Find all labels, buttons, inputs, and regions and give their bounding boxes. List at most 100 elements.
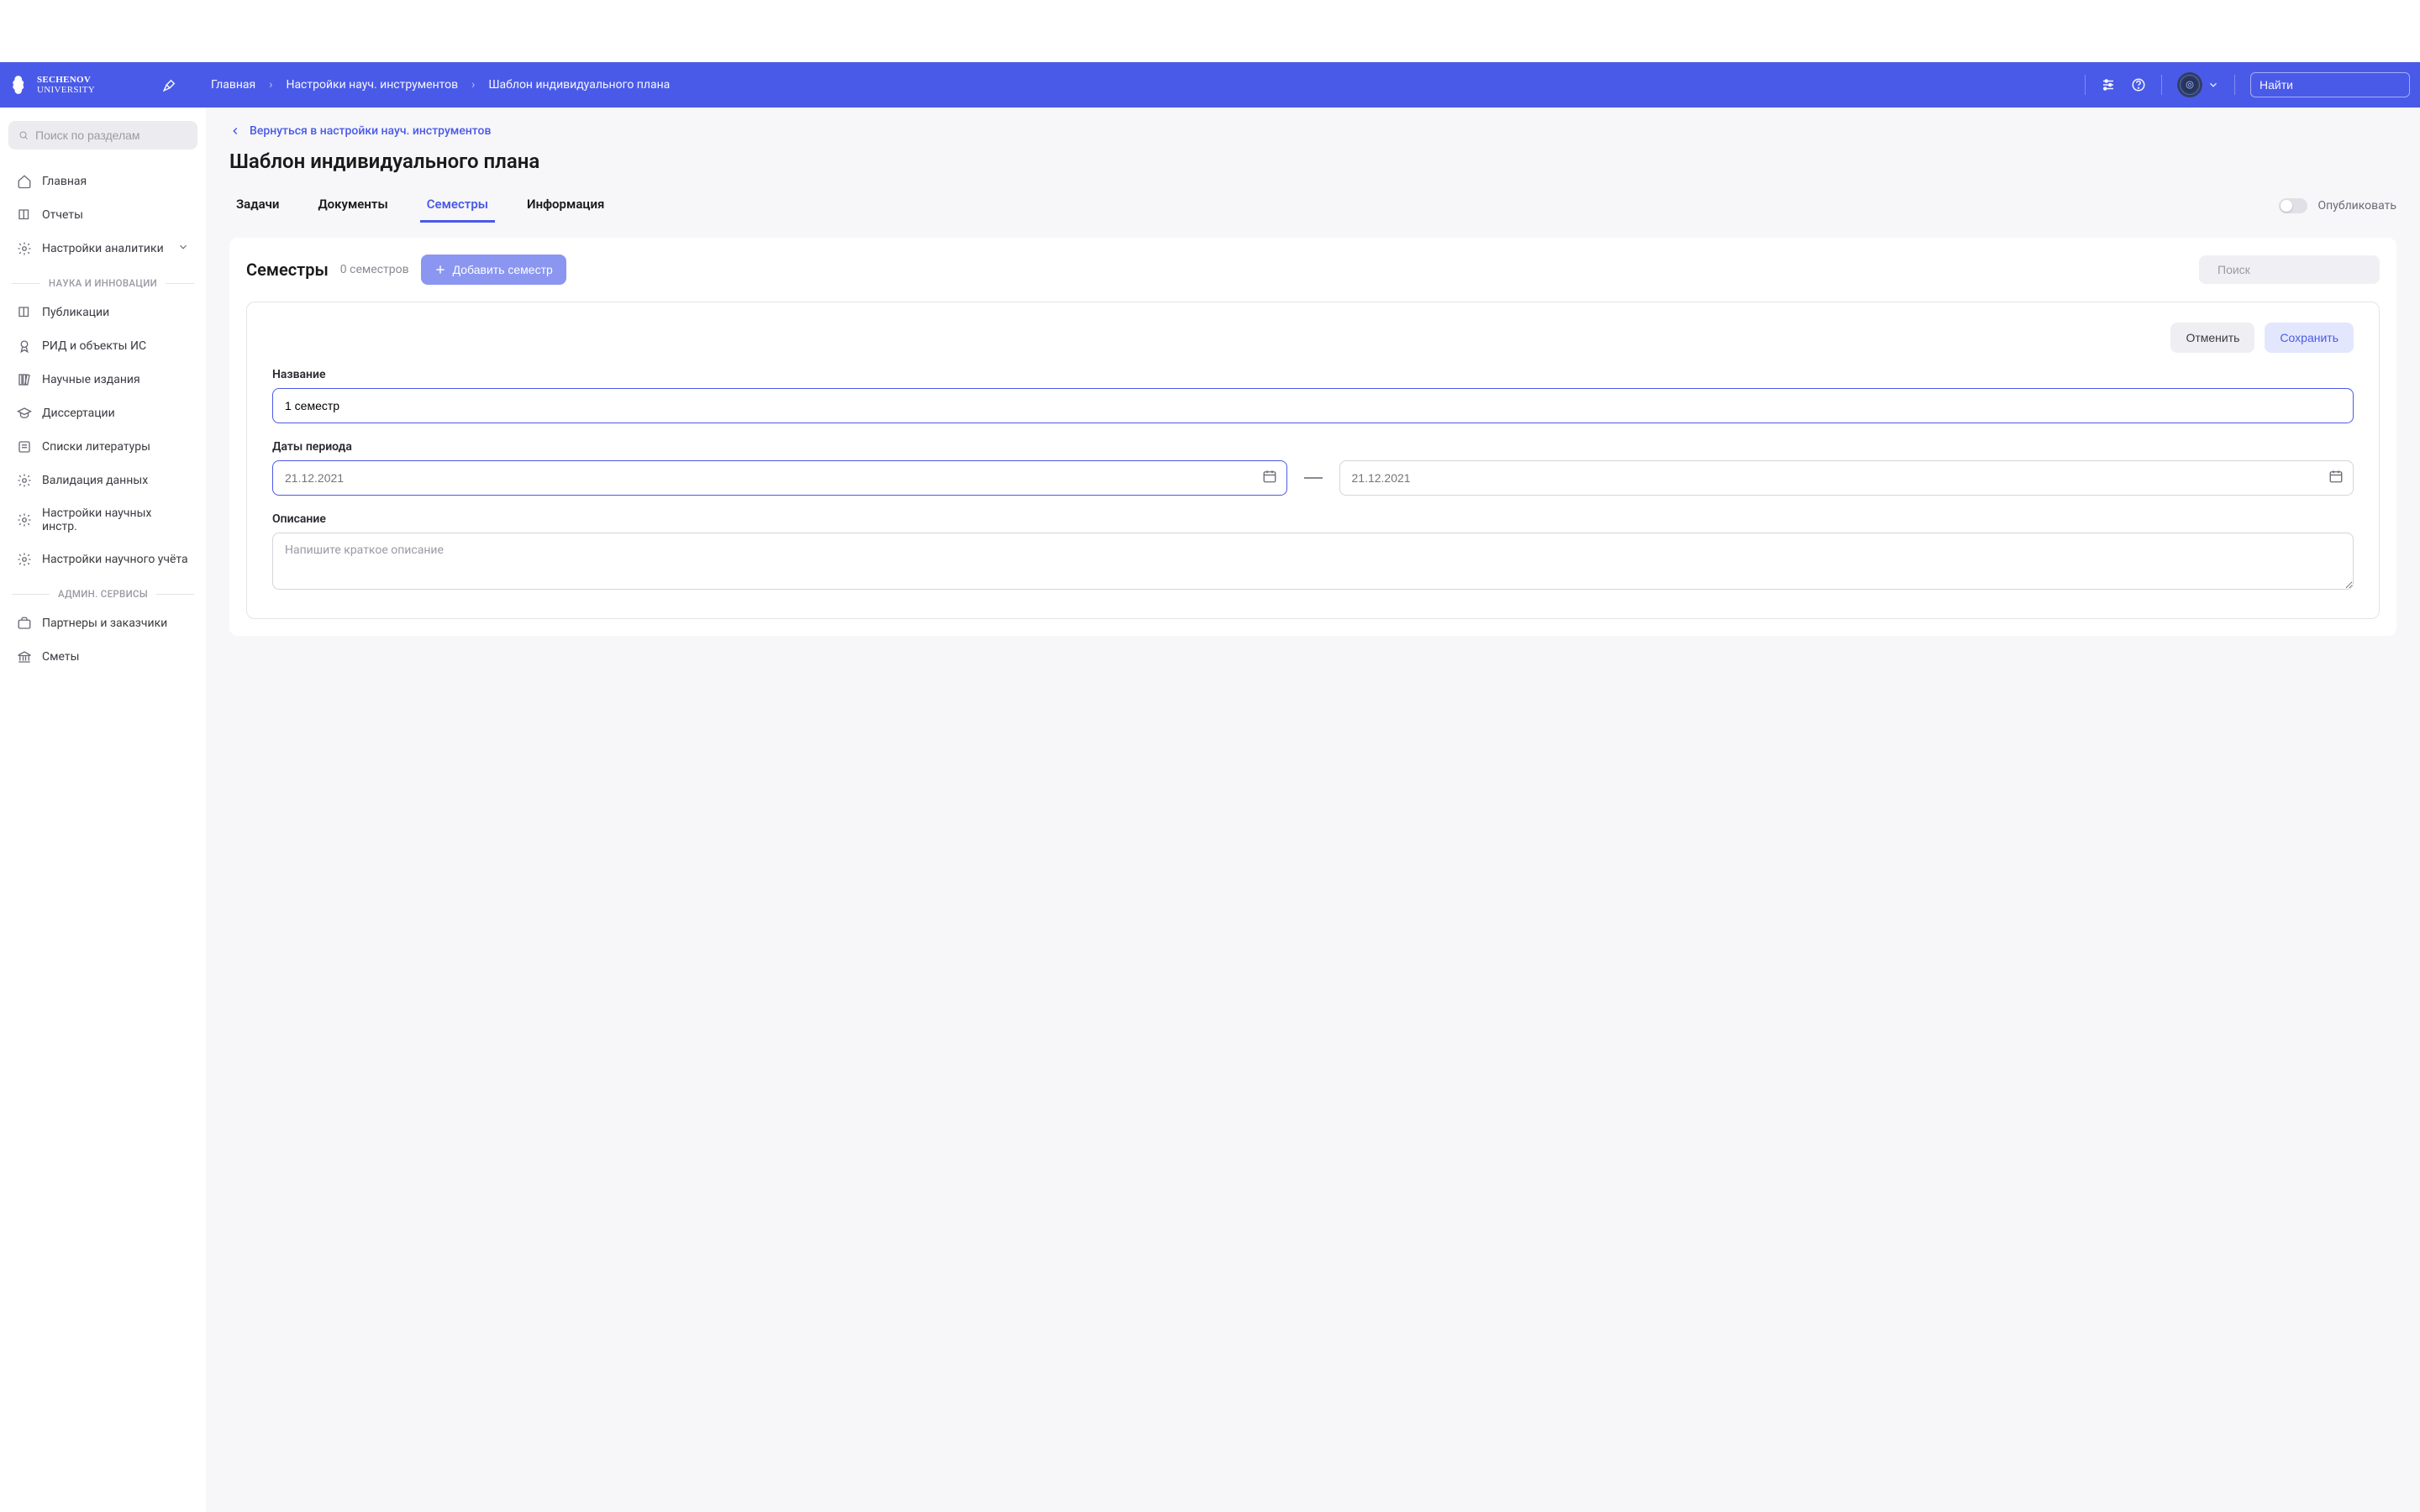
chevron-down-icon bbox=[177, 241, 189, 256]
sidebar-section-label: АДМИН. СЕРВИСЫ bbox=[58, 588, 148, 600]
date-from-input[interactable] bbox=[272, 460, 1287, 496]
tabs: Задачи Документы Семестры Информация bbox=[229, 188, 611, 223]
help-icon[interactable] bbox=[2131, 77, 2146, 92]
breadcrumb-item[interactable]: Шаблон индивидуального плана bbox=[488, 78, 670, 92]
semesters-search[interactable] bbox=[2199, 255, 2380, 284]
period-label: Даты периода bbox=[272, 440, 2354, 454]
date-range-separator bbox=[1304, 477, 1323, 479]
search-input[interactable] bbox=[2260, 78, 2412, 92]
book-icon bbox=[17, 207, 32, 223]
home-icon bbox=[17, 174, 32, 189]
main-content: Вернуться в настройки науч. инструментов… bbox=[206, 108, 2420, 1512]
chevron-down-icon bbox=[2207, 79, 2219, 91]
breadcrumb-item[interactable]: Главная bbox=[211, 78, 255, 92]
breadcrumb-item[interactable]: Настройки науч. инструментов bbox=[286, 78, 458, 92]
sidebar-search[interactable] bbox=[8, 121, 197, 150]
semester-form: Отменить Сохранить Название Даты периода bbox=[246, 302, 2380, 619]
sidebar-item-label: Партнеры и заказчики bbox=[42, 617, 167, 630]
sidebar-item-label: Отчеты bbox=[42, 208, 83, 222]
award-icon bbox=[17, 339, 32, 354]
cancel-button[interactable]: Отменить bbox=[2170, 323, 2254, 353]
sidebar-item-estimates[interactable]: Сметы bbox=[8, 640, 197, 674]
divider bbox=[2234, 75, 2235, 95]
sidebar: Главная Отчеты Настройки аналитики НАУКА… bbox=[0, 108, 206, 1512]
brand-line2: University bbox=[37, 85, 95, 95]
briefcase-icon bbox=[17, 616, 32, 631]
sidebar-item-sci-accounting-settings[interactable]: Настройки научного учёта bbox=[8, 543, 197, 576]
sidebar-item-partners[interactable]: Партнеры и заказчики bbox=[8, 606, 197, 640]
publish-toggle-group: Опубликовать bbox=[2279, 198, 2396, 213]
sidebar-item-validation[interactable]: Валидация данных bbox=[8, 464, 197, 497]
sidebar-item-dissertations[interactable]: Диссертации bbox=[8, 396, 197, 430]
breadcrumb: Главная › Настройки науч. инструментов ›… bbox=[211, 78, 670, 92]
sidebar-item-label: Списки литературы bbox=[42, 440, 150, 454]
global-search[interactable] bbox=[2250, 72, 2410, 97]
sidebar-item-home[interactable]: Главная bbox=[8, 165, 197, 198]
topbar: Sechenov University Главная › Настройки … bbox=[0, 62, 2420, 108]
sidebar-section-label: НАУКА И ИННОВАЦИИ bbox=[49, 277, 157, 289]
name-label: Название bbox=[272, 368, 2354, 381]
page-title: Шаблон индивидуального плана bbox=[229, 150, 2396, 173]
brand-line1: Sechenov bbox=[37, 75, 95, 85]
sidebar-item-label: Сметы bbox=[42, 650, 79, 664]
user-menu[interactable] bbox=[2177, 72, 2219, 97]
brain-icon bbox=[10, 74, 32, 96]
date-to-input[interactable] bbox=[1339, 460, 2354, 496]
tab-semesters[interactable]: Семестры bbox=[420, 188, 495, 223]
gear-icon bbox=[17, 512, 32, 528]
sidebar-item-reports[interactable]: Отчеты bbox=[8, 198, 197, 232]
sidebar-item-label: Настройки научного учёта bbox=[42, 553, 188, 566]
tab-documents[interactable]: Документы bbox=[311, 188, 394, 223]
card-title: Семестры bbox=[246, 260, 329, 280]
sidebar-item-bibliography[interactable]: Списки литературы bbox=[8, 430, 197, 464]
chevron-left-icon bbox=[229, 125, 241, 137]
sidebar-item-label: Настройки научных инстр. bbox=[42, 507, 189, 533]
chevron-right-icon: › bbox=[269, 78, 272, 92]
sidebar-item-sci-instruments-settings[interactable]: Настройки научных инстр. bbox=[8, 497, 197, 543]
sidebar-item-label: Валидация данных bbox=[42, 474, 148, 487]
sidebar-item-label: Публикации bbox=[42, 306, 109, 319]
sidebar-item-label: Диссертации bbox=[42, 407, 115, 420]
gear-icon bbox=[17, 552, 32, 567]
sidebar-item-label: РИД и объекты ИС bbox=[42, 339, 146, 353]
gear-icon bbox=[17, 473, 32, 488]
divider bbox=[2085, 75, 2086, 95]
sidebar-item-analytics-settings[interactable]: Настройки аналитики bbox=[8, 232, 197, 265]
semesters-search-input[interactable] bbox=[2217, 263, 2370, 276]
settings-sliders-icon[interactable] bbox=[2101, 77, 2116, 92]
save-button[interactable]: Сохранить bbox=[2265, 323, 2354, 353]
sidebar-section-admin: АДМИН. СЕРВИСЫ bbox=[8, 576, 197, 606]
sidebar-section-science: НАУКА И ИННОВАЦИИ bbox=[8, 265, 197, 296]
sidebar-search-input[interactable] bbox=[35, 129, 187, 142]
add-semester-button[interactable]: Добавить семестр bbox=[421, 255, 566, 285]
publish-toggle[interactable] bbox=[2279, 198, 2307, 213]
back-link[interactable]: Вернуться в настройки науч. инструментов bbox=[229, 124, 2396, 138]
sidebar-item-rid[interactable]: РИД и объекты ИС bbox=[8, 329, 197, 363]
graduation-icon bbox=[17, 406, 32, 421]
sidebar-item-journals[interactable]: Научные издания bbox=[8, 363, 197, 396]
description-textarea[interactable] bbox=[272, 533, 2354, 590]
book-icon bbox=[17, 305, 32, 320]
name-input[interactable] bbox=[272, 388, 2354, 423]
sidebar-item-label: Научные издания bbox=[42, 373, 140, 386]
search-icon bbox=[18, 129, 29, 142]
back-link-label: Вернуться в настройки науч. инструментов bbox=[250, 124, 491, 138]
add-semester-label: Добавить семестр bbox=[453, 263, 553, 276]
library-icon bbox=[17, 372, 32, 387]
sidebar-item-label: Главная bbox=[42, 175, 87, 188]
description-label: Описание bbox=[272, 512, 2354, 526]
tab-tasks[interactable]: Задачи bbox=[229, 188, 286, 223]
pin-icon[interactable] bbox=[162, 77, 177, 92]
avatar bbox=[2177, 72, 2202, 97]
semesters-count: 0 семестров bbox=[340, 263, 409, 276]
chevron-right-icon: › bbox=[471, 78, 475, 92]
plus-icon bbox=[434, 264, 446, 276]
publish-label: Опубликовать bbox=[2317, 199, 2396, 213]
semesters-card: Семестры 0 семестров Добавить семестр От… bbox=[229, 238, 2396, 636]
list-icon bbox=[17, 439, 32, 454]
gear-icon bbox=[17, 241, 32, 256]
sidebar-item-publications[interactable]: Публикации bbox=[8, 296, 197, 329]
tab-info[interactable]: Информация bbox=[520, 188, 611, 223]
brand-logo[interactable]: Sechenov University bbox=[10, 74, 162, 96]
bank-icon bbox=[17, 649, 32, 664]
